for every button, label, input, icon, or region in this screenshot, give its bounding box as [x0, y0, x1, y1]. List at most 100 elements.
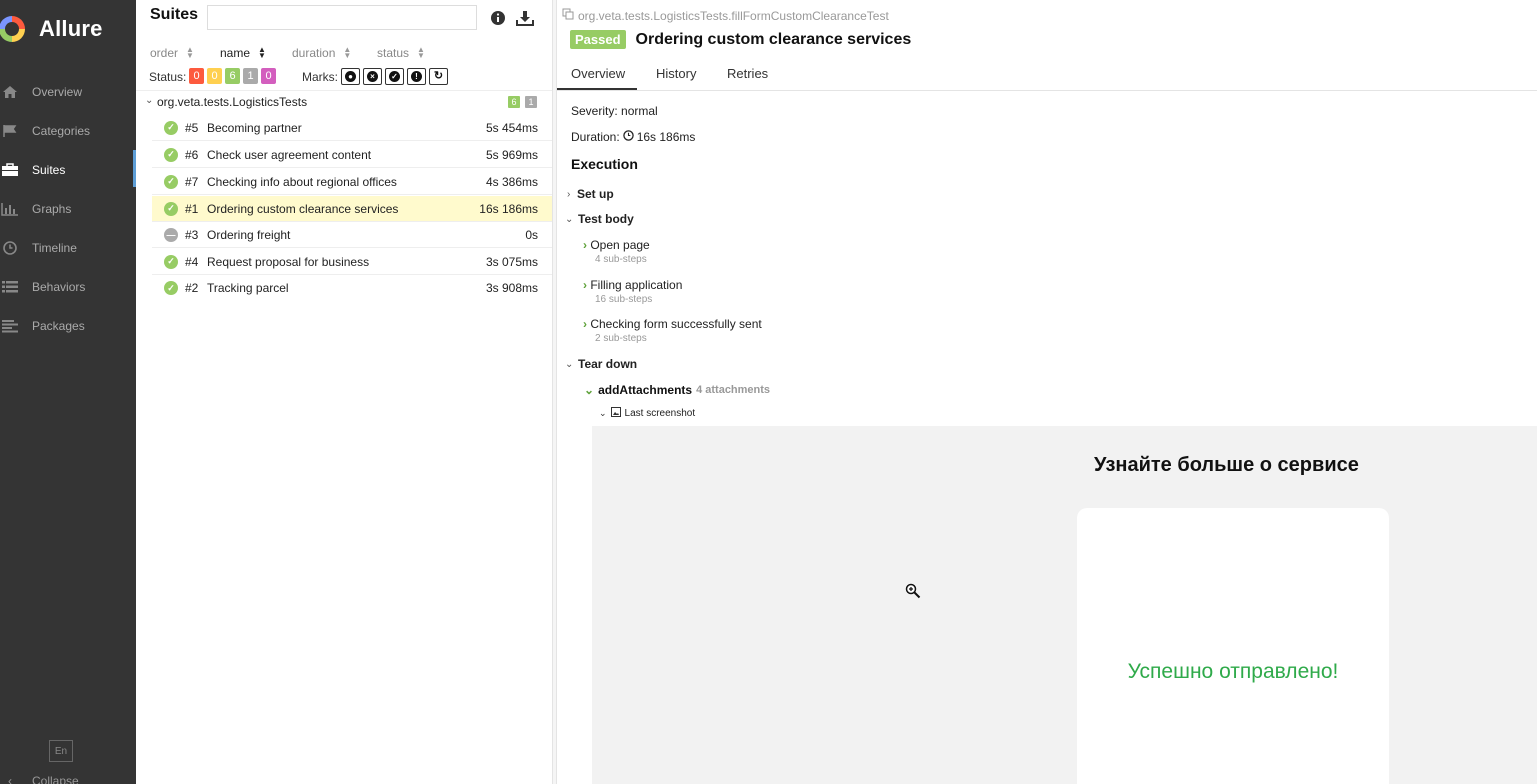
step-substeps: 4 sub-steps — [595, 254, 647, 265]
bar-chart-icon — [0, 202, 20, 216]
sort-label: order — [150, 46, 179, 60]
teardown-label: Tear down — [578, 357, 638, 371]
test-number: #2 — [185, 281, 199, 295]
status-unknown-badge[interactable]: 0 — [261, 68, 276, 84]
sidebar-item-label: Packages — [32, 318, 85, 333]
search-input[interactable] — [207, 5, 477, 30]
test-name: Ordering freight — [207, 227, 291, 242]
step-item[interactable]: › Filling application 16 sub-steps — [583, 278, 682, 305]
chevron-down-icon: ⌄ — [599, 408, 607, 418]
sidebar-item-categories[interactable]: Categories — [0, 111, 136, 150]
test-duration: 5s 454ms — [485, 120, 538, 135]
test-name: Ordering custom clearance services — [207, 201, 399, 216]
clock-icon — [0, 240, 20, 255]
test-name: Checking info about regional offices — [207, 174, 397, 189]
image-icon — [610, 407, 621, 420]
teardown-section[interactable]: ⌄ Tear down — [565, 357, 637, 371]
test-body-section[interactable]: ⌄ Test body — [565, 212, 634, 226]
exclamation-circle-icon[interactable]: ! — [407, 68, 426, 85]
align-left-icon — [0, 319, 20, 333]
attachments-step[interactable]: ⌄ addAttachments 4 attachments — [584, 383, 770, 397]
sort-status[interactable]: status ▲ ▼ — [377, 46, 425, 61]
check-circle-icon: ✓ — [164, 147, 178, 162]
test-row[interactable]: ✓ #4 Request proposal for business 3s 07… — [152, 249, 552, 275]
home-icon — [0, 85, 20, 99]
brand-name: Allure — [39, 16, 103, 41]
sort-arrows-icon: ▲ ▼ — [186, 45, 194, 60]
sidebar-item-label: Suites — [32, 162, 66, 177]
copy-icon[interactable] — [562, 8, 574, 23]
refresh-icon[interactable]: ↻ — [429, 68, 448, 85]
sidebar-item-behaviors[interactable]: Behaviors — [0, 267, 136, 306]
test-row[interactable]: — #3 Ordering freight 0s — [152, 222, 552, 248]
group-skipped-count: 1 — [525, 96, 537, 108]
sort-arrows-icon: ▲ ▼ — [343, 45, 352, 60]
sort-label: duration — [292, 46, 336, 60]
test-title: Ordering custom clearance services — [635, 30, 912, 48]
times-circle-icon[interactable]: × — [363, 68, 382, 85]
chevron-down-icon: ⌄ — [145, 95, 154, 106]
preview-success-message: Успешно отправлено! — [1127, 660, 1339, 683]
sidebar-item-overview[interactable]: Overview — [0, 72, 136, 111]
screenshot-preview[interactable]: Узнайте больше о сервисе Успешно отправл… — [592, 426, 1537, 784]
status-failed-badge[interactable]: 0 — [189, 68, 204, 84]
filter-bar: Status: 0 0 6 1 0 Marks: ● × ✓ ! ↻ — [136, 68, 552, 86]
group-passed-count: 6 — [508, 96, 520, 108]
step-item[interactable]: › Checking form successfully sent 2 sub-… — [583, 317, 762, 344]
duration-value: 16s 186ms — [636, 130, 696, 144]
status-badge: Passed — [570, 30, 626, 49]
sidebar-item-graphs[interactable]: Graphs — [0, 189, 136, 228]
sidebar-item-label: Overview — [32, 84, 83, 99]
check-circle-icon: ✓ — [164, 201, 178, 216]
status-broken-badge[interactable]: 0 — [207, 68, 222, 84]
attachment-item[interactable]: ⌄ Last screenshot — [599, 407, 695, 420]
marks-filter-label: Marks: — [302, 70, 338, 84]
sort-name[interactable]: name ▲ ▼ — [220, 46, 266, 61]
preview-card: Успешно отправлено! — [1077, 508, 1389, 784]
info-icon[interactable] — [490, 10, 506, 26]
sort-duration[interactable]: duration ▲ ▼ — [292, 45, 352, 61]
bomb-icon[interactable]: ● — [341, 68, 360, 85]
download-icon[interactable] — [516, 10, 534, 26]
test-row-selected[interactable]: ✓ #1 Ordering custom clearance services … — [152, 196, 552, 222]
check-circle-icon: ✓ — [164, 281, 178, 295]
severity-label: Severity: normal — [571, 104, 658, 118]
test-duration: 3s 908ms — [485, 281, 538, 295]
suite-group-row[interactable]: ⌄ org.veta.tests.LogisticsTests 6 1 — [136, 94, 552, 110]
tab-retries[interactable]: Retries — [727, 66, 768, 81]
sort-order[interactable]: order ▲ ▼ — [150, 45, 194, 61]
chevron-down-icon: ⌄ — [584, 383, 595, 397]
language-switcher[interactable]: En — [49, 740, 73, 762]
step-name: Checking form successfully sent — [590, 317, 762, 331]
status-passed-badge[interactable]: 6 — [225, 68, 240, 84]
test-row[interactable]: ✓ #2 Tracking parcel 3s 908ms — [152, 275, 552, 301]
setup-section[interactable]: › Set up — [567, 187, 614, 201]
test-number: #7 — [185, 174, 199, 189]
tab-overview[interactable]: Overview — [571, 66, 625, 90]
sort-bar: order ▲ ▼ name ▲ ▼ duration ▲ ▼ status ▲ ▼ — [136, 46, 552, 62]
check-circle-icon[interactable]: ✓ — [385, 68, 404, 85]
brand[interactable]: Allure — [0, 0, 136, 58]
collapse-button[interactable]: ‹ Collapse — [0, 774, 79, 784]
sidebar-item-timeline[interactable]: Timeline — [0, 228, 136, 267]
tab-history[interactable]: History — [656, 66, 696, 81]
test-row[interactable]: ✓ #7 Checking info about regional office… — [152, 169, 552, 195]
zoom-in-icon[interactable] — [905, 583, 921, 599]
execution-heading: Execution — [571, 156, 638, 172]
test-name: Request proposal for business — [207, 254, 370, 269]
sidebar-item-suites[interactable]: Suites — [0, 150, 136, 189]
step-item[interactable]: › Open page 4 sub-steps — [583, 238, 650, 265]
status-skipped-badge[interactable]: 1 — [243, 68, 258, 84]
test-fullname[interactable]: org.veta.tests.LogisticsTests.fillFormCu… — [562, 8, 889, 23]
step-substeps: 16 sub-steps — [595, 294, 653, 305]
test-duration: 0s — [525, 227, 538, 242]
briefcase-icon — [0, 162, 20, 177]
test-row[interactable]: ✓ #6 Check user agreement content 5s 969… — [152, 142, 552, 168]
chevron-down-icon: ⌄ — [565, 358, 574, 370]
test-row[interactable]: ✓ #5 Becoming partner 5s 454ms — [152, 115, 552, 141]
chevron-right-icon: › — [583, 317, 587, 331]
check-circle-icon: ✓ — [164, 254, 178, 269]
test-number: #1 — [185, 201, 199, 216]
suite-group-name: org.veta.tests.LogisticsTests — [157, 95, 308, 109]
sidebar-item-packages[interactable]: Packages — [0, 306, 136, 345]
